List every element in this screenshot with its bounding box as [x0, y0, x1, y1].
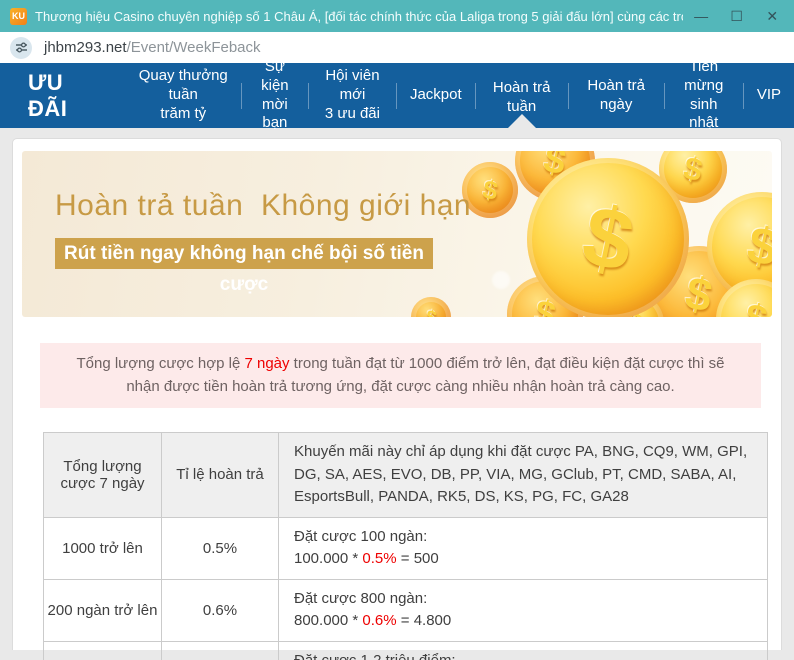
nav-item-su-kien[interactable]: Sự kiện mời bạn — [242, 63, 308, 128]
notice-text: Tổng lượng cược hợp lệ — [76, 355, 244, 372]
nav-item-quay-thuong[interactable]: Quay thưởng tuần trăm tỷ — [125, 63, 241, 128]
url-display[interactable]: jhbm293.net/Event/WeekFeback — [44, 39, 261, 56]
banner-title: Hoàn trả tuần Không giới hạn — [55, 189, 471, 223]
example-title: Đặt cược 800 ngàn: — [294, 588, 752, 611]
rate-cell: 0.5% — [162, 517, 279, 579]
minimize-button[interactable]: — — [683, 2, 719, 30]
nav-item-hoan-tra-tuan[interactable]: Hoàn trả tuần — [475, 63, 568, 128]
table-row: 1 triệu trở lên 0.7% Đặt cược 1,2 triệu … — [44, 641, 768, 660]
rate-cell: 0.7% — [162, 641, 279, 660]
example-title: Đặt cược 1,2 triệu điểm: — [294, 650, 752, 660]
window-title: Thương hiệu Casino chuyên nghiệp số 1 Ch… — [35, 9, 683, 24]
content-panel: $ $ $ $ $ $ $ $ $ $ Hoàn trả tuần Không … — [12, 138, 782, 650]
nav-brand-uu-dai: ƯU ĐÃI — [0, 70, 125, 122]
promo-notice: Tổng lượng cược hợp lệ 7 ngày trong tuần… — [40, 343, 761, 408]
maximize-button[interactable]: ☐ — [719, 2, 755, 30]
banner-glow — [492, 271, 510, 289]
tier-cell: 1 triệu trở lên — [44, 641, 162, 660]
close-button[interactable]: ✕ — [754, 2, 790, 30]
banner-subtitle: Rút tiền ngay không hạn chế bội số tiền … — [55, 238, 433, 269]
rate-cell: 0.6% — [162, 579, 279, 641]
example-cell: Đặt cược 1,2 triệu điểm: 1.200.000 * 0.7… — [279, 641, 768, 660]
example-calc: 800.000 * 0.6% = 4.800 — [294, 610, 752, 633]
gold-coin-icon: $ — [527, 158, 689, 317]
sliders-glyph — [15, 41, 28, 54]
example-cell: Đặt cược 800 ngàn: 800.000 * 0.6% = 4.80… — [279, 579, 768, 641]
tier-cell: 1000 trở lên — [44, 517, 162, 579]
nav-item-hoan-tra-ngay[interactable]: Hoàn trả ngày — [569, 63, 664, 128]
url-domain: jhbm293.net — [44, 39, 127, 56]
gold-coin-icon: $ — [411, 297, 451, 317]
header-tier: Tổng lượng cược 7 ngày — [44, 433, 162, 518]
nav-item-hoi-vien-moi[interactable]: Hội viên mới 3 ưu đãi — [309, 63, 397, 128]
site-settings-icon[interactable] — [10, 37, 32, 59]
ku-logo-icon: KU — [10, 8, 27, 25]
table-header-row: Tổng lượng cược 7 ngày Tỉ lệ hoàn trả Kh… — [44, 433, 768, 518]
window-titlebar: KU Thương hiệu Casino chuyên nghiệp số 1… — [0, 0, 794, 32]
nav-item-vip[interactable]: VIP — [744, 63, 794, 128]
header-rate: Tỉ lệ hoàn trả — [162, 433, 279, 518]
table-row: 1000 trở lên 0.5% Đặt cược 100 ngàn: 100… — [44, 517, 768, 579]
example-calc: 100.000 * 0.5% = 500 — [294, 548, 752, 571]
url-path: /Event/WeekFeback — [127, 39, 261, 56]
header-promo-scope: Khuyến mãi này chỉ áp dụng khi đặt cược … — [279, 433, 768, 518]
promo-banner: $ $ $ $ $ $ $ $ $ $ Hoàn trả tuần Không … — [22, 151, 772, 317]
nav-item-tien-mung[interactable]: Tiền mừng sinh nhật — [664, 63, 743, 128]
table-row: 200 ngàn trở lên 0.6% Đặt cược 800 ngàn:… — [44, 579, 768, 641]
example-title: Đặt cược 100 ngàn: — [294, 526, 752, 549]
cashback-table: Tổng lượng cược 7 ngày Tỉ lệ hoàn trả Kh… — [43, 432, 768, 660]
promo-navbar: ƯU ĐÃI Quay thưởng tuần trăm tỷ Sự kiện … — [0, 63, 794, 128]
nav-item-jackpot[interactable]: Jackpot — [397, 63, 475, 128]
example-cell: Đặt cược 100 ngàn: 100.000 * 0.5% = 500 — [279, 517, 768, 579]
address-bar[interactable]: jhbm293.net/Event/WeekFeback — [0, 32, 794, 63]
tier-cell: 200 ngàn trở lên — [44, 579, 162, 641]
notice-highlight: 7 ngày — [244, 355, 289, 372]
